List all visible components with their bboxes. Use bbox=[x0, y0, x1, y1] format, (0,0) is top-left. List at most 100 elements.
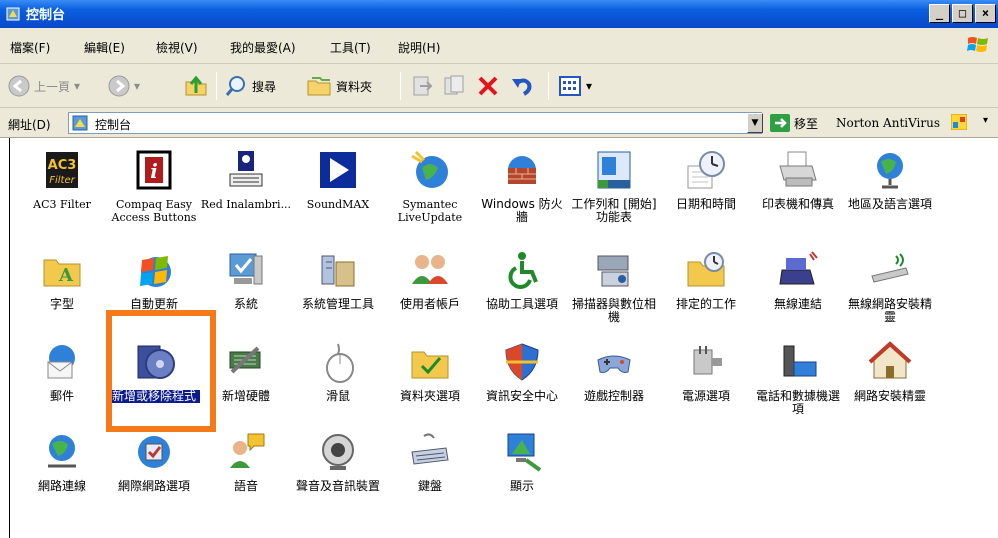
delete-x-icon bbox=[478, 76, 498, 96]
cp-item-label: Windows 防火牆 bbox=[481, 197, 563, 224]
wireless-link-icon bbox=[779, 251, 818, 285]
info-icon: i bbox=[136, 150, 172, 190]
menu-favorites[interactable]: 我的最愛(A) bbox=[230, 39, 296, 56]
cp-item-fonts[interactable]: A 字型 bbox=[16, 248, 108, 311]
cp-item-regional-language[interactable]: 地區及語言選項 bbox=[844, 148, 936, 211]
svg-text:AC3: AC3 bbox=[48, 158, 77, 173]
up-folder-button[interactable] bbox=[184, 72, 208, 100]
folders-button[interactable]: 資料夾 bbox=[306, 72, 372, 100]
folder-options-icon bbox=[411, 351, 449, 379]
back-arrow-icon bbox=[8, 75, 30, 97]
control-panel-content: AC3 Filter AC3 Filter i Compaq Easy Acce… bbox=[9, 138, 998, 538]
norton-icon[interactable] bbox=[951, 114, 967, 130]
close-button[interactable]: × bbox=[975, 4, 996, 23]
menu-edit[interactable]: 編輯(E) bbox=[84, 39, 125, 56]
search-button[interactable]: 搜尋 bbox=[224, 72, 276, 100]
cp-item-network-connections[interactable]: 網路連線 bbox=[16, 430, 108, 493]
cp-item-label: 印表機和傳真 bbox=[761, 197, 834, 211]
move-to-icon bbox=[413, 76, 433, 96]
cp-item-game-controllers[interactable]: 遊戲控制器 bbox=[568, 340, 660, 403]
norton-antivirus-label[interactable]: Norton AntiVirus bbox=[836, 116, 940, 130]
cp-item-add-remove-programs[interactable]: 新增或移除程式 bbox=[108, 340, 200, 403]
windows-update-icon bbox=[140, 256, 171, 287]
cp-item-soundmax[interactable]: SoundMAX bbox=[292, 148, 384, 211]
cp-item-label: 滑鼠 bbox=[325, 389, 350, 403]
cp-item-label: 郵件 bbox=[49, 389, 74, 403]
cp-item-network-setup-wizard[interactable]: 網路安裝精靈 bbox=[844, 340, 936, 403]
address-dropdown-icon[interactable]: ▼ bbox=[747, 113, 763, 133]
up-folder-icon bbox=[185, 75, 207, 96]
move-to-button[interactable] bbox=[410, 72, 434, 100]
go-button[interactable]: 移至 bbox=[770, 114, 818, 132]
cp-item-printers-faxes[interactable]: 印表機和傳真 bbox=[752, 148, 844, 211]
svg-text:i: i bbox=[150, 159, 158, 183]
cp-item-red-inalambri[interactable]: Red Inalambri... bbox=[200, 148, 292, 211]
address-value: 控制台 bbox=[95, 118, 132, 132]
play-icon bbox=[320, 152, 356, 188]
views-button[interactable]: ▾ bbox=[558, 72, 592, 100]
cp-item-user-accounts[interactable]: 使用者帳戶 bbox=[384, 248, 476, 311]
cp-item-compaq[interactable]: i Compaq Easy Access Buttons bbox=[108, 148, 200, 224]
keyboard-mouse-icon bbox=[229, 151, 263, 187]
cp-item-label: 資訊安全中心 bbox=[485, 389, 558, 403]
back-button[interactable]: 上一頁 ▾ bbox=[8, 72, 80, 100]
minimize-button[interactable]: _ bbox=[929, 4, 950, 23]
cp-item-display[interactable]: 顯示 bbox=[476, 430, 568, 493]
cp-item-speech[interactable]: 語音 bbox=[200, 430, 292, 493]
cp-item-scheduled-tasks[interactable]: 排定的工作 bbox=[660, 248, 752, 311]
add-hardware-icon bbox=[229, 346, 261, 374]
cp-item-keyboard[interactable]: 鍵盤 bbox=[384, 430, 476, 493]
cp-item-windows-firewall[interactable]: Windows 防火牆 bbox=[476, 148, 568, 224]
delete-button[interactable] bbox=[476, 72, 500, 100]
cp-item-phone-modem[interactable]: 電話和數據機選項 bbox=[752, 340, 844, 416]
undo-button[interactable] bbox=[510, 72, 534, 100]
maximize-button[interactable]: □ bbox=[952, 4, 973, 23]
cp-item-internet-options[interactable]: 網際網路選項 bbox=[108, 430, 200, 493]
address-input[interactable]: 控制台 bbox=[68, 112, 762, 134]
cp-item-mouse[interactable]: 滑鼠 bbox=[292, 340, 384, 403]
cp-item-add-hardware[interactable]: 新增硬體 bbox=[200, 340, 292, 403]
cp-item-wireless-link[interactable]: 無線連結 bbox=[752, 248, 844, 311]
cp-item-wireless-network-wizard[interactable]: 無線網路安裝精靈 bbox=[844, 248, 936, 324]
cp-item-folder-options[interactable]: 資料夾選項 bbox=[384, 340, 476, 403]
cp-item-label: 顯示 bbox=[509, 479, 534, 493]
forward-button[interactable]: ▾ bbox=[108, 72, 140, 100]
cp-item-label: 新增或移除程式 bbox=[108, 390, 200, 403]
cp-item-system[interactable]: 系統 bbox=[200, 248, 292, 311]
copy-to-button[interactable] bbox=[442, 72, 466, 100]
menu-help[interactable]: 說明(H) bbox=[398, 39, 440, 56]
cp-item-security-center[interactable]: 資訊安全中心 bbox=[476, 340, 568, 403]
cp-item-scanners-cameras[interactable]: 掃描器與數位相機 bbox=[568, 248, 660, 324]
title-bar[interactable]: 控制台 _ □ × bbox=[0, 0, 998, 28]
cp-item-accessibility[interactable]: 協助工具選項 bbox=[476, 248, 568, 311]
cp-item-taskbar-start-menu[interactable]: 工作列和 [開始] 功能表 bbox=[568, 148, 660, 224]
menu-tools[interactable]: 工具(T) bbox=[330, 39, 371, 56]
menu-file[interactable]: 檔案(F) bbox=[10, 39, 50, 56]
cp-item-automatic-updates[interactable]: 自動更新 bbox=[108, 248, 200, 311]
forward-dropdown-icon[interactable]: ▾ bbox=[134, 79, 140, 93]
cp-item-label: AC3 Filter bbox=[33, 198, 91, 211]
toolbar: 上一頁 ▾ ▾ 搜尋 資料夾 ▾ bbox=[0, 64, 998, 108]
cp-item-mail[interactable]: 郵件 bbox=[16, 340, 108, 403]
cp-item-admin-tools[interactable]: 系統管理工具 bbox=[292, 248, 384, 311]
phone-modem-icon bbox=[783, 345, 817, 377]
cp-item-date-time[interactable]: 日期和時間 bbox=[660, 148, 752, 211]
cp-item-label: 自動更新 bbox=[129, 297, 178, 311]
cp-item-label: 排定的工作 bbox=[675, 297, 736, 311]
svg-text:Filter: Filter bbox=[49, 175, 75, 186]
cp-item-ac3-filter[interactable]: AC3 Filter AC3 Filter bbox=[16, 148, 108, 211]
globe-update-icon bbox=[411, 150, 448, 188]
cp-item-symantec-liveupdate[interactable]: Symantec LiveUpdate bbox=[384, 148, 476, 224]
scheduled-tasks-icon bbox=[687, 252, 725, 287]
game-controller-icon bbox=[597, 355, 631, 373]
accessibility-icon bbox=[508, 252, 538, 289]
cp-item-power-options[interactable]: 電源選項 bbox=[660, 340, 752, 403]
menu-view[interactable]: 檢視(V) bbox=[156, 39, 198, 56]
cp-item-label: 系統管理工具 bbox=[301, 297, 374, 311]
cp-item-sounds-audio[interactable]: 聲音及音訊裝置 bbox=[292, 430, 384, 493]
undo-icon bbox=[512, 78, 532, 96]
back-dropdown-icon[interactable]: ▾ bbox=[74, 79, 80, 93]
views-dropdown-icon[interactable]: ▾ bbox=[586, 79, 592, 93]
power-icon bbox=[693, 346, 722, 375]
norton-dropdown-icon[interactable]: ▾ bbox=[983, 115, 988, 126]
